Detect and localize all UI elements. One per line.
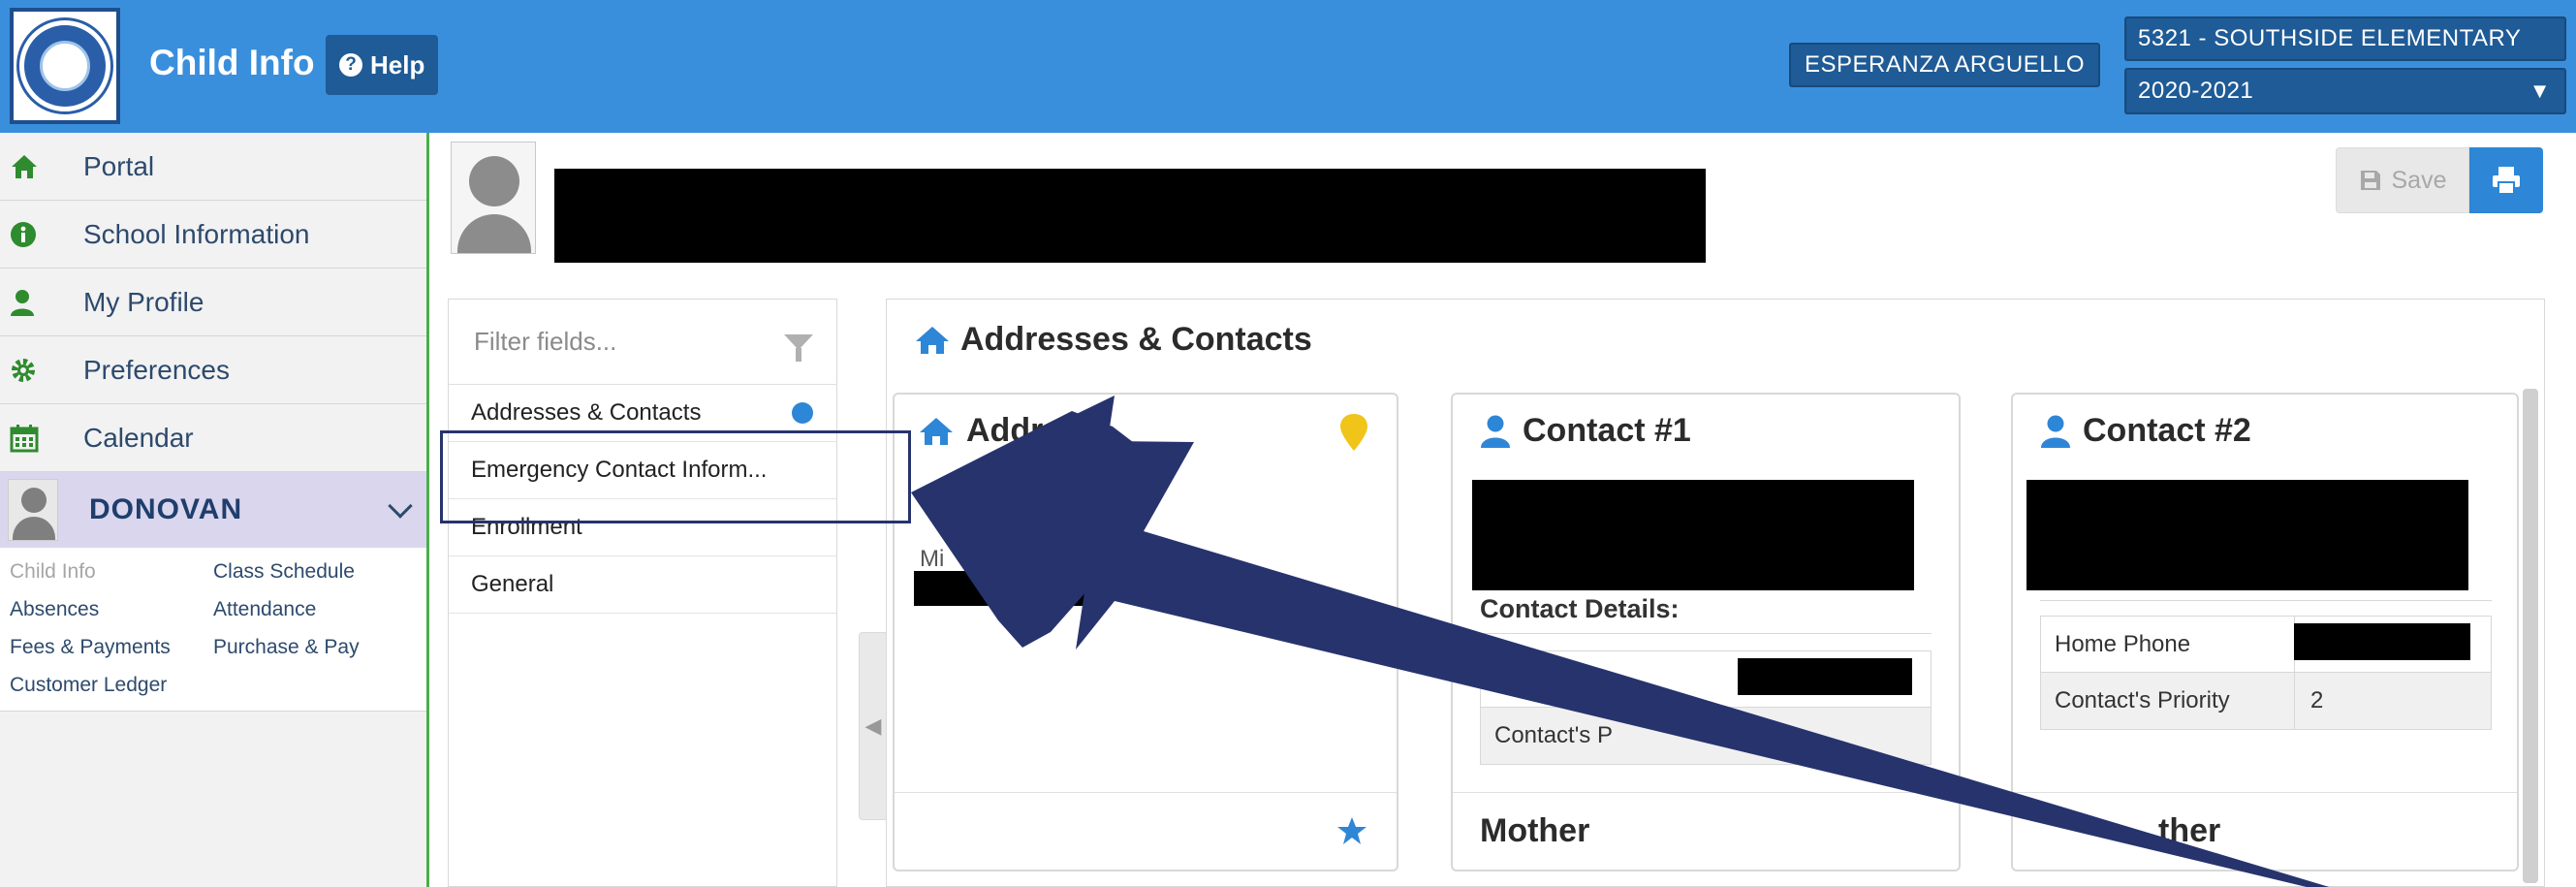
link-purchase-pay[interactable]: Purchase & Pay [213,631,426,663]
redacted-phone [1738,658,1912,695]
sidebar-item-label: Preferences [83,354,230,385]
addresses-contacts-section: Addresses & Contacts Addr AVE Mi Contact… [886,299,2545,887]
contact-1-title-text: Contact #1 [1523,412,1691,449]
section-title-text: Addresses & Contacts [960,321,1312,358]
printer-icon [2493,167,2520,195]
dropdown-triangle-icon: ▼ [2529,79,2551,103]
user-icon [2041,415,2070,448]
link-child-info[interactable]: Child Info [10,555,213,587]
field-list-panel: Filter fields... Addresses & Contacts Em… [448,299,837,887]
student-photo [451,142,536,254]
chevron-down-icon [388,493,413,519]
field-item-general[interactable]: General [449,556,836,614]
contact-2-title: Contact #2 [2040,412,2251,450]
field-item-label: Addresses & Contacts [471,399,702,426]
contact-1-footer: Mother [1453,792,1959,870]
link-customer-ledger[interactable]: Customer Ledger [10,669,213,701]
map-marker-icon[interactable] [1340,414,1367,451]
address-card-title: Addr [918,412,1043,450]
contact-2-title-text: Contact #2 [2083,412,2251,449]
help-label: Help [370,49,425,79]
section-scrollbar[interactable] [2523,389,2538,883]
link-attendance[interactable]: Attendance [213,593,426,625]
user-icon [1481,415,1510,448]
contact-priority-value: 2 [2310,687,2324,713]
app-title: Child Info [149,43,315,82]
sidebar-item-portal[interactable]: Portal [0,133,426,201]
student-selector[interactable]: DONOVAN [0,472,426,548]
contact-2-footer: ther [2013,792,2517,870]
redacted-contact-2-name [2026,480,2468,590]
floppy-disk-icon [2360,171,2380,190]
filter-placeholder: Filter fields... [474,327,617,356]
redacted-address [914,571,1088,606]
home-icon [0,153,83,180]
filter-fields-input[interactable]: Filter fields... [449,300,836,385]
info-icon [0,221,83,248]
link-absences[interactable]: Absences [10,593,213,625]
logo-seal-icon [19,20,110,111]
redacted-contact-1-name [1472,480,1914,590]
student-name: DONOVAN [89,493,243,525]
caret-left-icon: ◀ [864,713,882,738]
sidebar-item-label: My Profile [83,286,204,317]
collapse-panel-handle[interactable]: ◀ [859,632,888,820]
save-button[interactable]: Save [2336,147,2469,213]
home-phone-label: Home Phone [2041,617,2295,672]
print-button[interactable] [2469,147,2543,213]
school-selector[interactable]: 5321 - SOUTHSIDE ELEMENTARY [2124,16,2566,61]
contact-1-card: Contact #1 Contact Details: Contact's P … [1451,393,1961,871]
avatar [8,479,58,541]
address-card: Addr AVE Mi [893,393,1398,871]
save-label: Save [2391,166,2447,194]
active-indicator-dot [792,402,813,424]
section-title: Addresses & Contacts [914,321,1312,359]
contact-priority-label: Contact's P [1494,722,1613,748]
table-row: Contact's Priority 2 [2041,673,2491,729]
star-icon[interactable] [1336,816,1367,845]
top-bar: Child Info ? Help ESPERANZA ARGUELLO 532… [0,0,2576,133]
contact-2-relationship: ther [2158,812,2221,849]
sidebar: Portal School Information My Profile Pre… [0,133,429,887]
user-icon [0,289,83,316]
sidebar-item-label: School Information [83,218,310,249]
sidebar-item-school-information[interactable]: School Information [0,201,426,269]
sidebar-item-calendar[interactable]: Calendar [0,404,426,472]
home-icon [916,326,949,354]
home-icon [920,417,953,445]
address-card-footer [895,792,1397,870]
help-button[interactable]: ? Help [326,35,439,95]
school-year-value: 2020-2021 [2138,78,2254,104]
annotation-highlight-box [440,430,911,523]
redacted-student-name [554,169,1706,263]
address-city-fragment: Mi [920,546,945,572]
sidebar-item-label: Calendar [83,422,194,453]
field-item-label: General [471,571,554,597]
sidebar-item-my-profile[interactable]: My Profile [0,269,426,336]
contact-1-title: Contact #1 [1480,412,1691,450]
user-name-button[interactable]: ESPERANZA ARGUELLO [1789,43,2101,87]
contact-2-card: Contact #2 Home Phone Contact's Priority… [2011,393,2519,871]
link-fees-payments[interactable]: Fees & Payments [10,631,213,663]
address-street-fragment: AVE [1108,476,1153,502]
contact-1-relationship: Mother [1480,812,1590,849]
student-links: Child Info Class Schedule Absences Atten… [0,548,426,712]
filter-funnel-icon[interactable] [784,333,813,362]
address-title-text: Addr [966,412,1044,449]
calendar-icon [0,424,83,453]
sidebar-item-label: Portal [83,150,155,181]
gear-icon [0,357,83,384]
link-class-schedule[interactable]: Class Schedule [213,555,426,587]
redacted-home-phone [2294,623,2470,660]
sidebar-item-preferences[interactable]: Preferences [0,336,426,404]
contact-priority-label: Contact's Priority [2041,673,2295,729]
contact-details-label: Contact Details: [1480,594,1680,623]
table-row: Contact's P [1481,708,1931,764]
school-year-select[interactable]: 2020-2021 ▼ [2124,68,2566,114]
question-circle-icon: ? [339,53,362,77]
district-logo[interactable] [10,8,120,124]
